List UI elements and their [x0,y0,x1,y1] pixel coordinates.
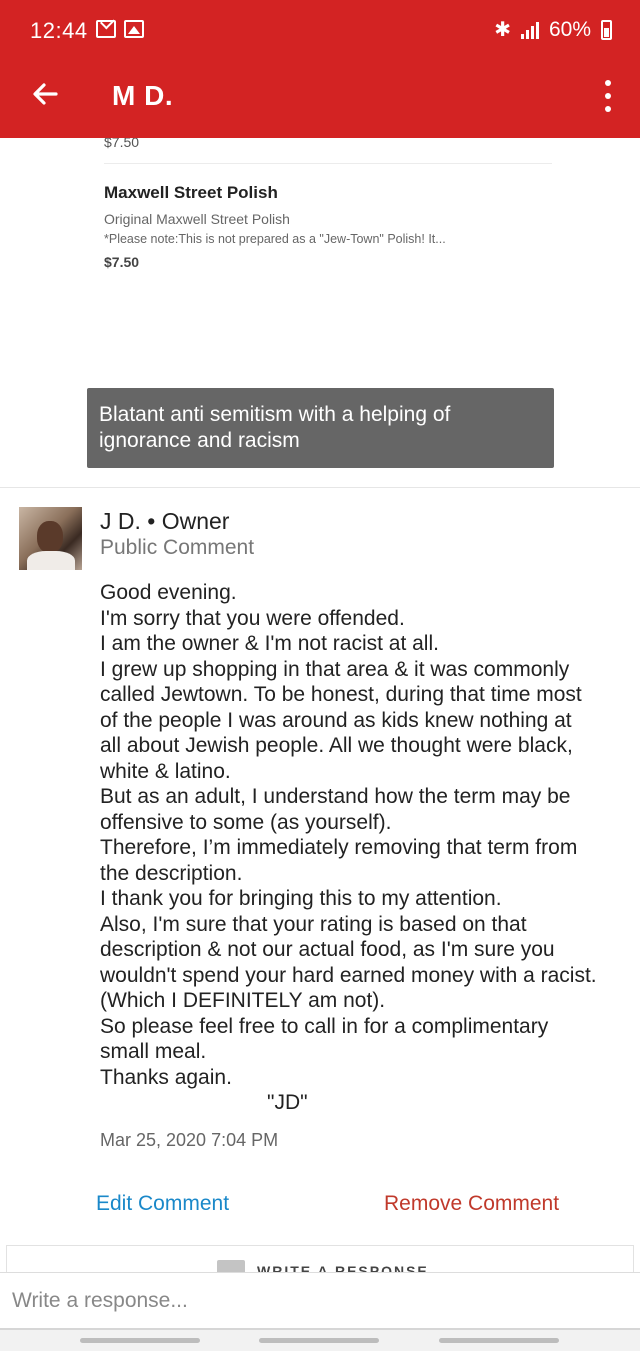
toolbar: M D. [0,60,640,138]
comment-line: all about Jewish people. All we thought … [100,734,573,757]
comment-line: Thanks again. [100,1065,232,1089]
comment-line: called Jewtown. To be honest, during tha… [100,683,582,706]
menu-item-note: *Please note:This is not prepared as a "… [104,232,446,246]
menu-item-price: $7.50 [104,254,140,270]
nav-back-handle[interactable] [439,1338,559,1343]
menu-item-name: Maxwell Street Polish [104,183,278,202]
menu-item-description: Original Maxwell Street Polish [104,211,290,227]
remove-comment-button[interactable]: Remove Comment [384,1192,559,1216]
comment-body: Good evening. I'm sorry that you were of… [100,580,620,1116]
comment-date: Mar 25, 2020 7:04 PM [100,1130,279,1150]
signal-icon [520,21,539,39]
nav-recents-handle[interactable] [80,1338,200,1343]
comment-line: So please feel free to call in for a com… [100,1014,549,1038]
avatar [19,507,82,570]
comment-line: I'm sorry that you were offended. [100,606,405,630]
status-right: ✱ 60% [494,17,612,42]
comment-line: white & latino. [100,759,231,783]
comment-line: Good evening. [100,581,237,604]
battery-icon [601,19,612,40]
comment-signature: "JD" [267,1091,308,1114]
more-options-icon[interactable] [598,80,618,112]
response-input[interactable] [0,1273,640,1329]
back-arrow-icon[interactable] [26,74,66,114]
comment-line: small meal. [100,1040,207,1063]
nav-home-handle[interactable] [259,1338,379,1343]
edit-comment-button[interactable]: Edit Comment [96,1192,229,1216]
battery-percent: 60% [548,17,591,41]
bluetooth-icon: ✱ [494,19,511,41]
comment-line: I thank you for bringing this to my atte… [100,887,502,910]
comment-line: (Which I DEFINITELY am not). [100,989,386,1012]
comment-line: wouldn't spend your hard earned money wi… [100,963,597,987]
comment-line: I am the owner & I'm not racist at all. [100,632,439,655]
comment-line: But as an adult, I understand how the te… [100,785,571,808]
system-nav-bar [0,1328,640,1351]
comment-line: description & not our actual food, as I'… [100,938,555,961]
comment-line: of the people I was around as kids knew … [100,708,572,732]
mail-icon [96,20,116,38]
page-title: M D. [112,80,174,111]
app-screen: 12:44 ✱ 60% M D. $7.50 Maxwell Street Po… [0,0,640,1351]
menu-item-screenshot: $7.50 Maxwell Street Polish Original Max… [0,138,640,488]
owner-comment: J D. • Owner Public Comment Good evening… [0,490,640,1235]
comment-line: offensive to some (as yourself). [100,810,392,834]
status-bar: 12:44 ✱ 60% [0,0,640,60]
response-bar [0,1272,640,1329]
write-response-card[interactable]: WRITE A RESPONSE [6,1245,634,1275]
comment-author: J D. • Owner [100,508,230,534]
menu-divider [104,163,552,164]
comment-line: I grew up shopping in that area & it was… [100,657,570,681]
comment-type: Public Comment [100,536,255,559]
status-time: 12:44 [30,18,88,43]
comment-line: the description. [100,861,243,885]
comment-line: Therefore, I’m immediately removing that… [100,836,578,859]
app-header: 12:44 ✱ 60% M D. [0,0,640,138]
image-icon [124,20,144,38]
comment-line: Also, I'm sure that your rating is based… [100,912,527,936]
review-caption: Blatant anti semitism with a helping of … [87,388,554,468]
notification-icons [96,20,144,38]
